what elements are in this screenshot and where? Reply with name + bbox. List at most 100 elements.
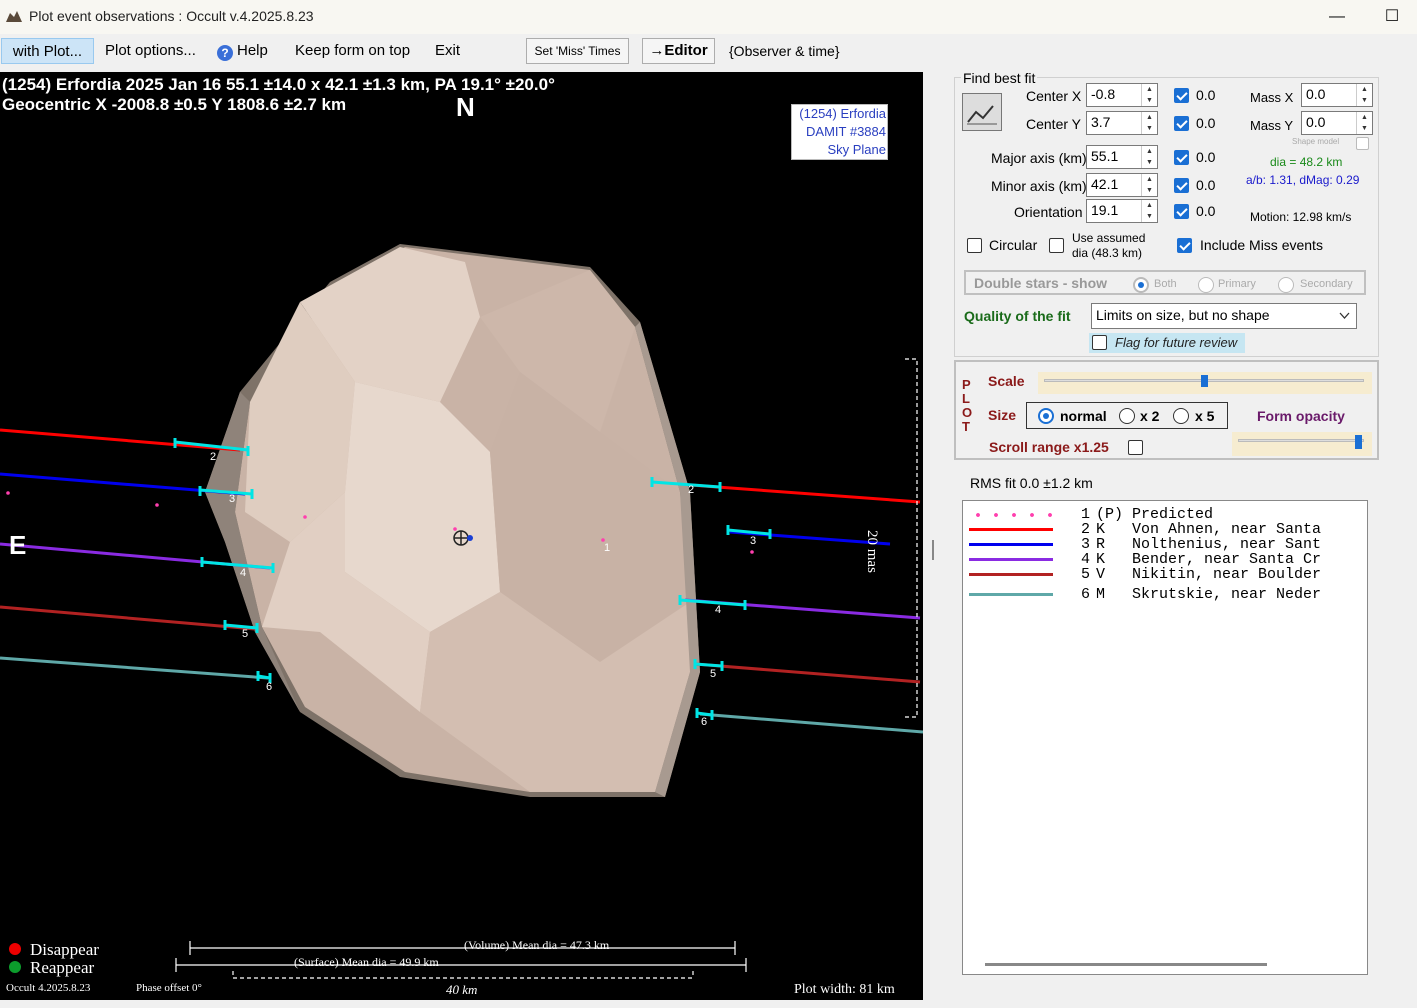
legend-row[interactable]: 1 (P) Predicted xyxy=(963,506,1367,523)
primary-label: Primary xyxy=(1218,278,1256,290)
legend-row[interactable]: 6 M Skrutskie, near Neder xyxy=(963,586,1367,603)
spinner-arrows-icon[interactable]: ▲ ▼ xyxy=(1141,174,1157,196)
opacity-slider-thumb[interactable] xyxy=(1354,435,1362,449)
editor-button[interactable]: →Editor xyxy=(642,38,715,64)
major-axis-input[interactable]: 55.1 ▲ ▼ xyxy=(1086,145,1158,169)
secondary-radio[interactable] xyxy=(1278,277,1294,293)
mass-x-input[interactable]: 0.0 ▲ ▼ xyxy=(1301,83,1373,107)
center-y-input[interactable]: 3.7 ▲ ▼ xyxy=(1086,111,1158,135)
mass-x-value: 0.0 xyxy=(1306,86,1326,102)
legend-horizontal-scrollbar[interactable] xyxy=(985,963,1267,966)
dotted-line-swatch xyxy=(969,513,1053,517)
mas-scale-bracket xyxy=(905,358,918,718)
mass-y-label: Mass Y xyxy=(1250,118,1294,133)
secondary-label: Secondary xyxy=(1300,278,1353,290)
menu-plot-options[interactable]: Plot options... xyxy=(100,38,201,64)
form-opacity-label: Form opacity xyxy=(1257,408,1345,424)
orientation-label: Orientation xyxy=(1014,204,1083,220)
size-x5-radio[interactable] xyxy=(1173,408,1189,424)
minor-axis-fit-checkbox[interactable] xyxy=(1174,178,1189,193)
both-radio[interactable] xyxy=(1133,277,1149,293)
quality-value: Limits on size, but no shape xyxy=(1096,307,1270,323)
plot-width-label: Plot width: 81 km xyxy=(794,982,895,997)
size-x2-radio[interactable] xyxy=(1119,408,1135,424)
chord-line-5-left xyxy=(0,605,256,631)
predicted-dot xyxy=(453,527,457,531)
line-swatch xyxy=(969,543,1053,546)
quality-label: Quality of the fit xyxy=(964,308,1071,324)
observer-legend-list[interactable]: 1 (P) Predicted 2 K Von Ahnen, near Santa 3 R No… xyxy=(962,500,1368,975)
quality-dropdown[interactable]: Limits on size, but no shape xyxy=(1091,303,1357,329)
spinner-arrows-icon[interactable]: ▲ ▼ xyxy=(1356,112,1372,134)
center-y-fit-checkbox[interactable] xyxy=(1174,116,1189,131)
major-axis-fit-value: 0.0 xyxy=(1196,149,1216,165)
asteroid-shape xyxy=(205,244,700,797)
surface-scale-bar xyxy=(175,958,747,972)
primary-radio[interactable] xyxy=(1198,277,1214,293)
mass-x-label: Mass X xyxy=(1250,90,1294,105)
minor-axis-input[interactable]: 42.1 ▲ ▼ xyxy=(1086,173,1158,197)
app-icon xyxy=(6,11,22,22)
center-x-label: Center X xyxy=(1026,88,1082,104)
circular-checkbox[interactable] xyxy=(967,238,982,253)
menu-exit[interactable]: Exit xyxy=(430,38,465,64)
legend-row[interactable]: 2 K Von Ahnen, near Santa xyxy=(963,521,1367,538)
legend-name: Nikitin, near Boulder xyxy=(1132,566,1322,583)
chord-line-2-right xyxy=(689,483,921,504)
major-axis-fit-checkbox[interactable] xyxy=(1174,150,1189,165)
scale-slider-thumb[interactable] xyxy=(1201,375,1208,387)
center-x-input[interactable]: -0.8 ▲ ▼ xyxy=(1086,83,1158,107)
maximize-button[interactable]: ☐ xyxy=(1380,6,1404,28)
menu-help[interactable]: ? Help xyxy=(212,38,273,64)
spinner-arrows-icon[interactable]: ▲ ▼ xyxy=(1356,84,1372,106)
minor-axis-label: Minor axis (km) xyxy=(991,178,1087,194)
chord-label-1: 1 xyxy=(604,542,611,554)
set-miss-times-button[interactable]: Set 'Miss' Times xyxy=(526,38,629,64)
km-scale-label: 40 km xyxy=(446,982,478,997)
size-normal-radio[interactable] xyxy=(1038,408,1054,424)
line-swatch xyxy=(969,558,1053,561)
damit-id: DAMIT #3884 xyxy=(806,124,886,139)
line-swatch xyxy=(969,593,1053,596)
orientation-fit-checkbox[interactable] xyxy=(1174,204,1189,219)
use-assumed-checkbox[interactable] xyxy=(1049,238,1064,253)
center-y-label: Center Y xyxy=(1026,116,1081,132)
orientation-input[interactable]: 19.1 ▲ ▼ xyxy=(1086,199,1158,223)
splitter-grip[interactable] xyxy=(932,540,934,560)
opacity-slider[interactable] xyxy=(1232,432,1372,456)
minimize-button[interactable]: — xyxy=(1325,6,1349,28)
spinner-arrows-icon[interactable]: ▲ ▼ xyxy=(1141,112,1157,134)
chord-label-2: 2 xyxy=(210,451,217,463)
disappear-label: Disappear xyxy=(30,940,99,959)
spinner-arrows-icon[interactable]: ▲ ▼ xyxy=(1141,146,1157,168)
scale-slider[interactable] xyxy=(1038,372,1372,394)
legend-row[interactable]: 3 R Nolthenius, near Sant xyxy=(963,536,1367,553)
find-best-fit-label: Find best fit xyxy=(961,70,1038,86)
flag-review-checkbox[interactable] xyxy=(1092,335,1107,350)
legend-row[interactable]: 4 K Bender, near Santa Cr xyxy=(963,551,1367,568)
flag-review-label: Flag for future review xyxy=(1115,335,1238,350)
disappear-dot xyxy=(9,943,21,955)
spinner-arrows-icon[interactable]: ▲ ▼ xyxy=(1141,84,1157,106)
plot-canvas[interactable]: (1254) Erfordia 2025 Jan 16 55.1 ±14.0 x… xyxy=(0,72,923,1000)
spinner-arrows-icon[interactable]: ▲ ▼ xyxy=(1141,200,1157,222)
phase-offset-label: Phase offset 0° xyxy=(136,982,202,994)
chord-line-5-right xyxy=(694,662,921,684)
menu-observer-time[interactable]: {Observer & time} xyxy=(724,38,845,64)
size-normal-label: normal xyxy=(1060,408,1107,424)
menu-keep-on-top[interactable]: Keep form on top xyxy=(290,38,415,64)
shape-model-checkbox[interactable] xyxy=(1356,137,1369,150)
scroll-range-checkbox[interactable] xyxy=(1128,440,1143,455)
legend-row[interactable]: 5 V Nikitin, near Boulder xyxy=(963,566,1367,583)
include-miss-checkbox[interactable] xyxy=(1177,238,1192,253)
mass-y-input[interactable]: 0.0 ▲ ▼ xyxy=(1301,111,1373,135)
chord-line-6-right xyxy=(699,712,923,734)
menu-with-plot[interactable]: with Plot... xyxy=(1,38,94,64)
north-label: N xyxy=(456,92,475,122)
fit-chart-button[interactable] xyxy=(962,93,1002,131)
center-x-fit-checkbox[interactable] xyxy=(1174,88,1189,103)
both-label: Both xyxy=(1154,278,1177,290)
shape-model-label: Shape model xyxy=(1292,137,1340,146)
minor-axis-fit-value: 0.0 xyxy=(1196,177,1216,193)
chord-label-3-right: 3 xyxy=(750,535,757,547)
